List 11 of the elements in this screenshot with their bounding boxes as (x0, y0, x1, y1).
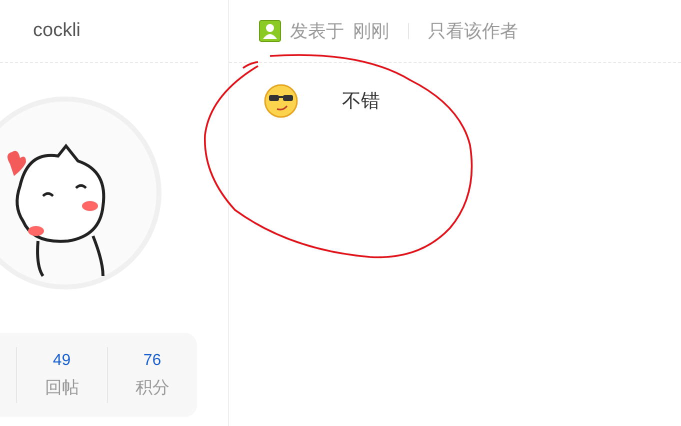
stat-value: 76 (143, 352, 162, 370)
sunglasses-emoji-icon (264, 84, 298, 118)
posted-label: 发表于 (290, 20, 344, 43)
author-only-link[interactable]: 只看该作者 (428, 19, 518, 43)
stat-label: 回帖 (44, 376, 79, 398)
user-icon (259, 20, 281, 42)
post-time: 刚刚 (353, 20, 389, 43)
username: cockli (33, 20, 81, 42)
stat-value: 49 (52, 352, 71, 370)
stat-label: 积分 (135, 376, 170, 398)
post-text: 不错 (342, 90, 380, 114)
